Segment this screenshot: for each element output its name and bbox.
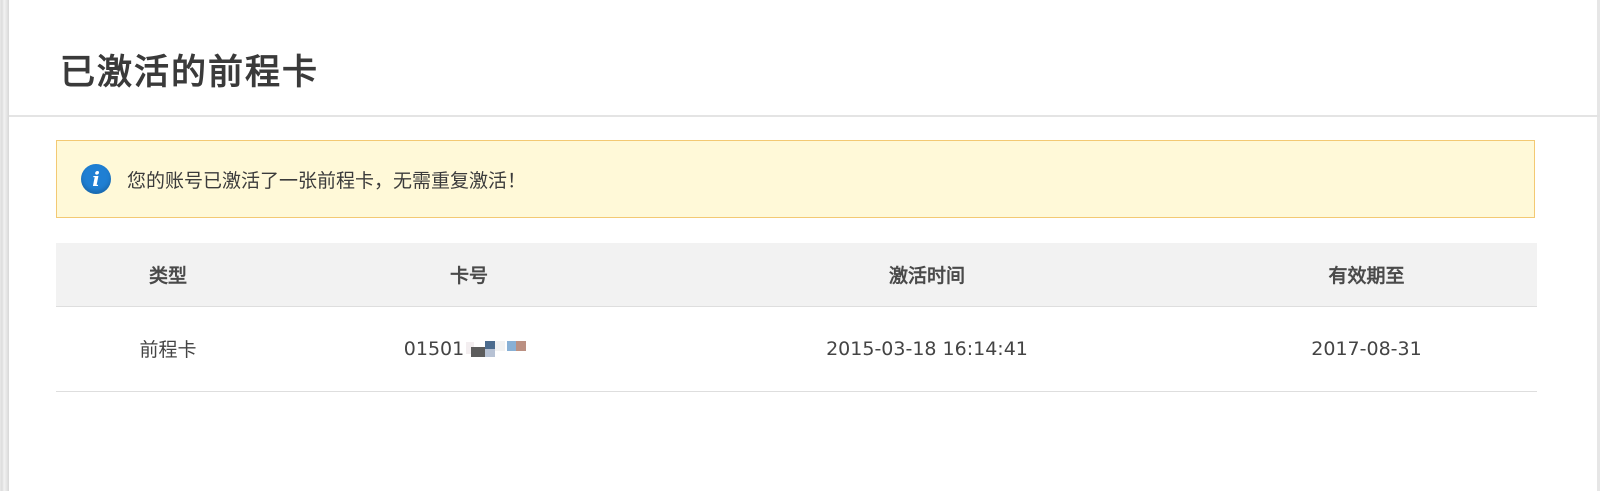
page-frame: 已激活的前程卡 i 您的账号已激活了一张前程卡，无需重复激活！ 类型 卡号 激活… [0, 0, 1600, 491]
page-title: 已激活的前程卡 [60, 53, 320, 93]
card-number: 01501 [404, 338, 534, 360]
title-divider [9, 115, 1600, 117]
cell-valid-until: 2017-08-31 [1196, 306, 1537, 392]
column-header-valid-until: 有效期至 [1196, 243, 1537, 307]
table-header-row: 类型 卡号 激活时间 有效期至 [56, 243, 1537, 307]
window-left-edge [0, 0, 9, 491]
cell-type: 前程卡 [56, 306, 280, 392]
column-header-type: 类型 [56, 243, 280, 307]
info-notice: i 您的账号已激活了一张前程卡，无需重复激活！ [56, 140, 1535, 218]
cell-card-number: 01501 [280, 306, 658, 392]
notice-text: 您的账号已激活了一张前程卡，无需重复激活！ [127, 169, 527, 192]
card-number-redaction [466, 340, 534, 357]
column-header-activated-at: 激活时间 [658, 243, 1196, 307]
column-header-card-number: 卡号 [280, 243, 658, 307]
info-icon: i [81, 164, 111, 194]
table-row: 前程卡 01501 2015-03-18 16:14:41 2017-08-31 [56, 306, 1537, 392]
card-number-visible: 01501 [403, 337, 465, 360]
activated-cards-table: 类型 卡号 激活时间 有效期至 前程卡 01501 2015-03-18 16:… [56, 243, 1537, 392]
cell-activated-at: 2015-03-18 16:14:41 [658, 306, 1196, 392]
